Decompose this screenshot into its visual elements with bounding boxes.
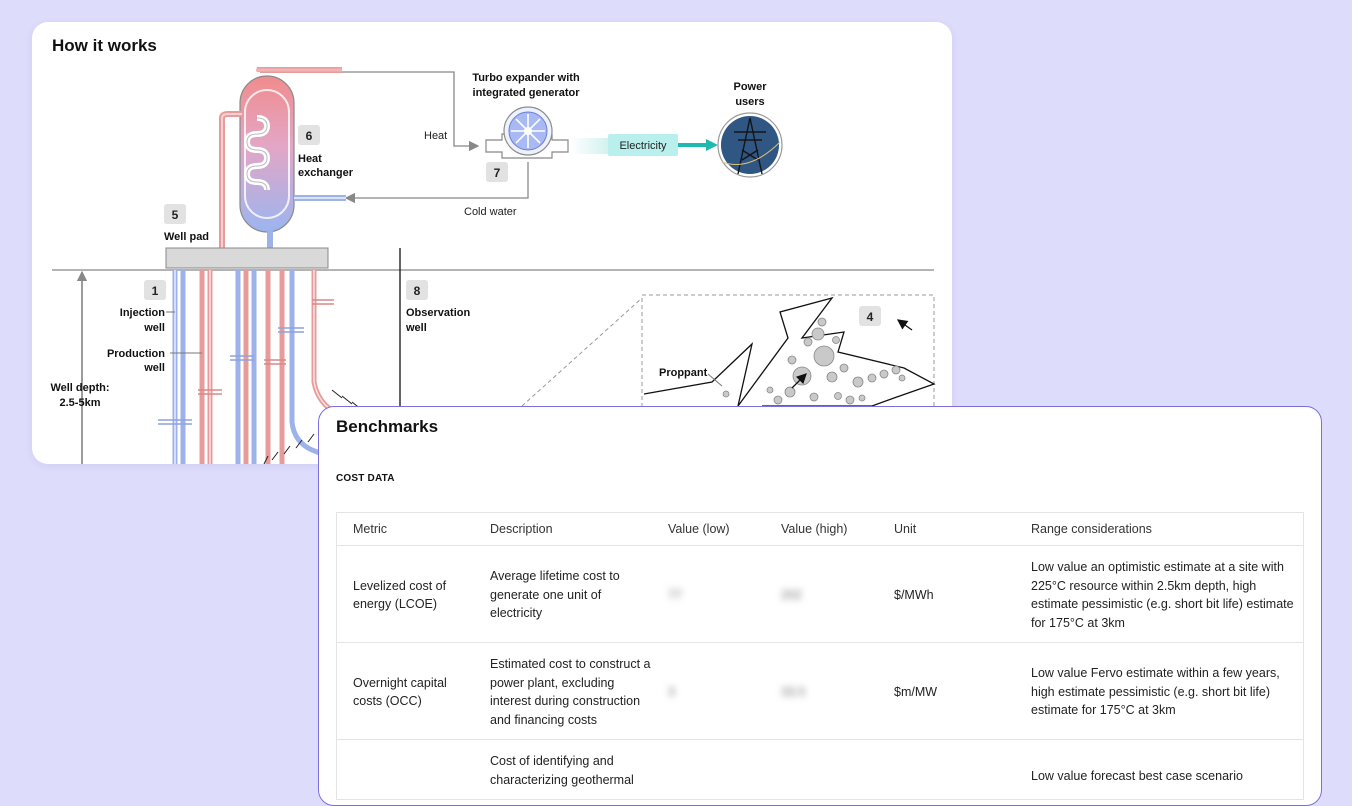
step-badge-4: 4 (859, 306, 881, 326)
geothermal-diagram: Proppant Electricity 6 Heat exchanger 7 … (50, 67, 936, 464)
proppant-label: Proppant (659, 367, 708, 379)
cell-description: Estimated cost to construct a power plan… (474, 642, 652, 740)
cell-metric (337, 739, 474, 800)
how-it-works-card: How it works Proppant Electricity 6 Heat… (32, 22, 952, 464)
cell-description: Cost of identifying and characterizing g… (474, 739, 652, 800)
benchmarks-title: Benchmarks (336, 417, 439, 436)
svg-text:6: 6 (306, 129, 313, 143)
step-8-label-2: well (405, 322, 427, 334)
heat-exchanger-vessel (239, 75, 295, 233)
cell-unit: $m/MW (878, 642, 1015, 740)
cell-value-low: 77 (652, 545, 765, 643)
col-value-high: Value (high) (765, 513, 878, 546)
cell-value-low (652, 739, 765, 800)
step-badge-7: 7 (486, 162, 508, 182)
col-range: Range considerations (1015, 513, 1303, 546)
step-5-label: Well pad (164, 231, 209, 243)
table-row: Cost of identifying and characterizing g… (337, 739, 1303, 800)
col-unit: Unit (878, 513, 1015, 546)
heat-label: Heat (424, 130, 447, 142)
cell-metric: Levelized cost of energy (LCOE) (337, 545, 474, 643)
col-description: Description (474, 513, 652, 546)
cell-metric: Overnight capital costs (OCC) (337, 642, 474, 740)
svg-text:8: 8 (414, 284, 421, 298)
cell-value-high: 202 (765, 545, 878, 643)
cell-unit: $/MWh (878, 545, 1015, 643)
cost-data-label: COST DATA (336, 473, 395, 484)
step-badge-8: 8 (406, 280, 428, 300)
svg-text:7: 7 (494, 166, 501, 180)
cell-value-high (765, 739, 878, 800)
turbo-expander (485, 106, 569, 159)
production-well-label: Production (107, 348, 165, 360)
table-header-row: Metric Description Value (low) Value (hi… (337, 513, 1303, 546)
step-6-label-2: exchanger (298, 167, 354, 179)
cost-data-table: Metric Description Value (low) Value (hi… (336, 512, 1304, 800)
cell-range: Low value an optimistic estimate at a si… (1015, 545, 1303, 643)
benchmarks-card: Benchmarks COST DATA Metric Description … (318, 406, 1322, 806)
turbo-label: Turbo expander with (472, 72, 580, 84)
table-row: Levelized cost of energy (LCOE) Average … (337, 545, 1303, 643)
col-value-low: Value (low) (652, 513, 765, 546)
power-users-label: Power (733, 81, 767, 93)
svg-text:4: 4 (867, 310, 874, 324)
electricity-label: Electricity (619, 140, 667, 152)
cell-range: Low value forecast best case scenario (1015, 739, 1303, 800)
power-tower-image (717, 112, 783, 178)
step-1-label: Injection (120, 307, 166, 319)
cold-water-label: Cold water (464, 206, 517, 218)
step-8-label: Observation (406, 307, 470, 319)
power-users-label-2: users (735, 96, 764, 108)
step-1-label-2: well (143, 322, 165, 334)
cell-range: Low value Fervo estimate within a few ye… (1015, 642, 1303, 740)
svg-text:5: 5 (172, 208, 179, 222)
cell-value-high: 33.5 (765, 642, 878, 740)
well-depth-label: Well depth: (50, 382, 109, 394)
step-badge-1: 1 (144, 280, 166, 300)
step-badge-6: 6 (298, 125, 320, 145)
svg-text:1: 1 (152, 284, 159, 298)
production-well-label-2: well (143, 362, 165, 374)
cell-description: Average lifetime cost to generate one un… (474, 545, 652, 643)
cell-unit (878, 739, 1015, 800)
step-badge-5: 5 (164, 204, 186, 224)
well-depth-value: 2.5-5km (60, 397, 101, 409)
col-metric: Metric (337, 513, 474, 546)
cell-value-low: 3 (652, 642, 765, 740)
step-6-label: Heat (298, 153, 322, 165)
table-row: Overnight capital costs (OCC) Estimated … (337, 642, 1303, 740)
turbo-label-2: integrated generator (473, 87, 581, 99)
